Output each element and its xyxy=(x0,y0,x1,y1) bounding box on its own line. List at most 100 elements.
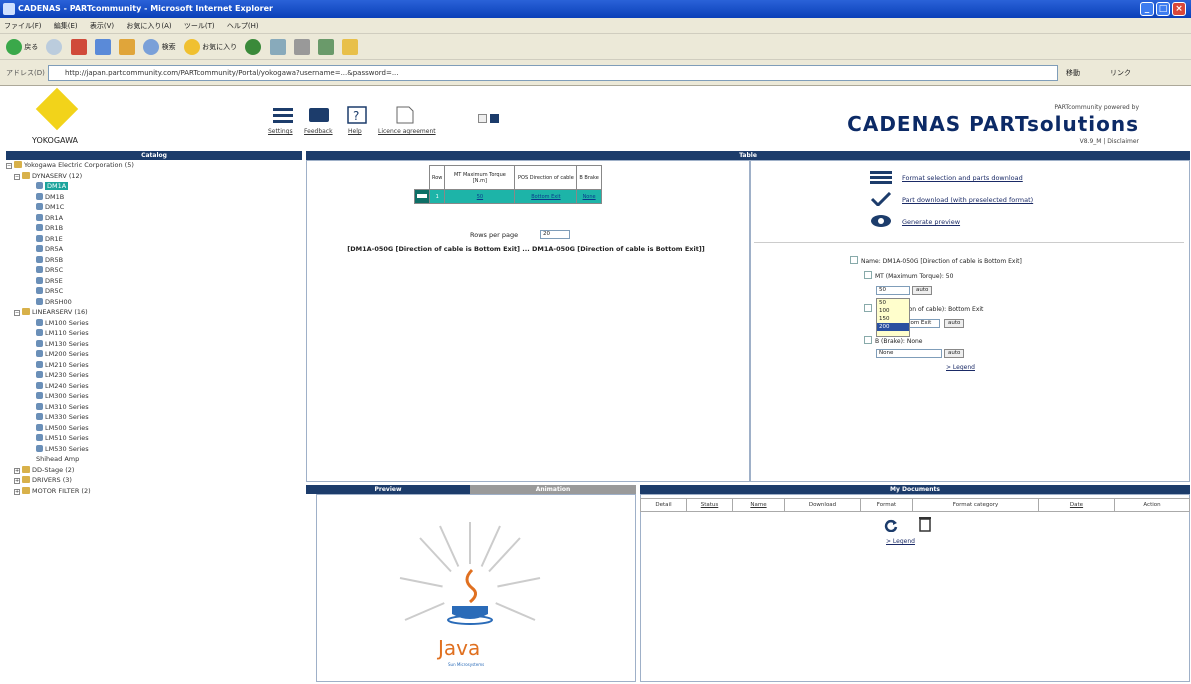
dropdown-option-selected[interactable]: 200 xyxy=(877,323,909,331)
cell-mt[interactable]: 50 xyxy=(444,189,516,204)
catalog-tree-folder[interactable]: − DYNASERV (12) xyxy=(14,171,82,181)
settings-icon[interactable] xyxy=(272,106,294,124)
col-download[interactable]: Download xyxy=(785,499,861,511)
licence-link[interactable]: Licence agreement xyxy=(378,128,436,135)
catalog-tree-item[interactable]: DR5H00 xyxy=(36,297,72,307)
catalog-tree-item[interactable]: LM210 Series xyxy=(36,360,89,370)
download-check-icon[interactable] xyxy=(870,192,892,206)
catalog-tree-item[interactable]: DM1A xyxy=(36,181,69,191)
language-flag-icon[interactable] xyxy=(490,114,499,123)
part-download-link[interactable]: Part download (with preselected format) xyxy=(902,196,1033,204)
brake-checkbox[interactable] xyxy=(864,336,872,344)
minimize-button[interactable]: _ xyxy=(1140,2,1154,16)
mt-dropdown-list[interactable]: 50 100 150 200 xyxy=(876,298,910,337)
col-status[interactable]: Status xyxy=(687,499,733,511)
catalog-tree-item[interactable]: DR5B xyxy=(36,255,63,265)
forward-button[interactable] xyxy=(46,38,63,56)
catalog-tree-item[interactable]: DR1B xyxy=(36,223,63,233)
catalog-tree-item[interactable]: DR5C xyxy=(36,265,63,275)
catalog-tree-item[interactable]: DM1B xyxy=(36,192,64,202)
catalog-tree-item[interactable]: DR1E xyxy=(36,234,63,244)
expand-toggle-icon[interactable]: + xyxy=(14,467,20,474)
col-brake[interactable]: B Brake xyxy=(576,165,602,190)
catalog-tree-folder[interactable]: + MOTOR FILTER (2) xyxy=(14,486,91,496)
pos-apply-button[interactable]: auto xyxy=(944,319,965,328)
refresh-icon[interactable] xyxy=(884,518,898,532)
documents-legend-link[interactable]: > Legend xyxy=(886,538,915,545)
catalog-tree-item[interactable]: DR5E xyxy=(36,276,63,286)
mt-select[interactable]: 50 xyxy=(876,286,910,295)
home-button[interactable] xyxy=(119,38,136,56)
close-button[interactable]: × xyxy=(1172,2,1186,16)
menu-help[interactable]: ヘルプ(H) xyxy=(227,22,259,30)
catalog-tree-item[interactable]: LM310 Series xyxy=(36,402,89,412)
brake-select[interactable]: None xyxy=(876,349,942,358)
help-icon[interactable]: ? xyxy=(346,106,368,124)
col-format[interactable]: Format xyxy=(861,499,913,511)
links-label[interactable]: リンク xyxy=(1110,68,1131,78)
catalog-tree-folder[interactable]: − LINEARSERV (16) xyxy=(14,307,88,317)
cell-brake[interactable]: None xyxy=(576,189,602,204)
catalog-tree-item[interactable]: LM330 Series xyxy=(36,412,89,422)
catalog-tree-item[interactable]: LM100 Series xyxy=(36,318,89,328)
catalog-tree-item[interactable]: LM200 Series xyxy=(36,349,89,359)
col-pos[interactable]: POS Direction of cable xyxy=(514,165,578,190)
catalog-tree-item[interactable]: DR5C xyxy=(36,286,63,296)
feedback-link[interactable]: Feedback xyxy=(304,128,333,135)
col-row[interactable]: Row xyxy=(428,165,446,190)
preview-tab[interactable]: Preview xyxy=(306,485,470,494)
catalog-tree-folder[interactable]: + DRIVERS (3) xyxy=(14,475,72,485)
expand-toggle-icon[interactable]: + xyxy=(14,478,20,484)
mt-apply-button[interactable]: auto xyxy=(912,286,933,295)
help-link[interactable]: Help xyxy=(348,128,362,135)
menu-file[interactable]: ファイル(F) xyxy=(4,22,42,30)
brake-apply-button[interactable]: auto xyxy=(944,349,965,358)
format-list-icon[interactable] xyxy=(870,170,892,184)
animation-tab[interactable]: Animation xyxy=(470,485,636,494)
menu-favorites[interactable]: お気に入り(A) xyxy=(126,22,171,30)
expand-toggle-icon[interactable]: − xyxy=(14,310,20,316)
mt-checkbox[interactable] xyxy=(864,271,872,279)
catalog-tree-item[interactable]: LM510 Series xyxy=(36,433,89,443)
catalog-tree-item[interactable]: DR1A xyxy=(36,213,63,223)
legend-link[interactable]: > Legend xyxy=(946,364,975,371)
col-detail[interactable]: Detail xyxy=(641,499,687,511)
catalog-tree-item[interactable]: Shihead Amp xyxy=(36,454,79,464)
name-checkbox[interactable] xyxy=(850,256,858,264)
catalog-tree-item[interactable]: DR5A xyxy=(36,244,63,254)
pos-checkbox[interactable] xyxy=(864,304,872,312)
go-button[interactable]: 移動 xyxy=(1066,66,1096,80)
catalog-tree-item[interactable]: LM240 Series xyxy=(36,381,89,391)
menu-edit[interactable]: 編集(E) xyxy=(54,22,78,30)
dropdown-option[interactable]: 150 xyxy=(877,315,909,323)
edit-button[interactable] xyxy=(318,38,335,56)
licence-document-icon[interactable] xyxy=(394,106,416,124)
catalog-tree-item[interactable]: LM130 Series xyxy=(36,339,89,349)
search-button[interactable]: 検索 xyxy=(143,38,176,56)
mail-button[interactable] xyxy=(269,38,286,56)
expand-toggle-icon[interactable]: − xyxy=(6,163,12,169)
menu-view[interactable]: 表示(V) xyxy=(90,22,114,30)
row-select-button[interactable] xyxy=(414,189,430,204)
catalog-tree-item[interactable]: DM1C xyxy=(36,202,64,212)
menu-tools[interactable]: ツール(T) xyxy=(184,22,215,30)
folder-button[interactable] xyxy=(342,38,359,56)
cell-pos[interactable]: Bottom Exit xyxy=(514,189,578,204)
catalog-tree-item[interactable]: LM300 Series xyxy=(36,391,89,401)
language-flag-icon[interactable] xyxy=(478,114,487,123)
settings-link[interactable]: Settings xyxy=(268,128,293,135)
address-input[interactable]: http://japan.partcommunity.com/PARTcommu… xyxy=(48,65,1058,81)
eye-icon[interactable] xyxy=(870,214,892,228)
disclaimer-link[interactable]: V8.9_M | Disclaimer xyxy=(1080,138,1139,145)
refresh-button[interactable] xyxy=(94,38,111,56)
col-action[interactable]: Action xyxy=(1115,499,1189,511)
back-button[interactable]: 戻る xyxy=(6,38,38,56)
catalog-tree-item[interactable]: LM110 Series xyxy=(36,328,89,338)
maximize-button[interactable]: □ xyxy=(1156,2,1170,16)
generate-preview-link[interactable]: Generate preview xyxy=(902,218,960,226)
history-button[interactable] xyxy=(245,38,262,56)
expand-toggle-icon[interactable]: + xyxy=(14,488,20,495)
catalog-tree-item[interactable]: LM230 Series xyxy=(36,370,89,380)
catalog-tree-item[interactable]: LM530 Series xyxy=(36,444,89,454)
print-button[interactable] xyxy=(293,38,310,56)
